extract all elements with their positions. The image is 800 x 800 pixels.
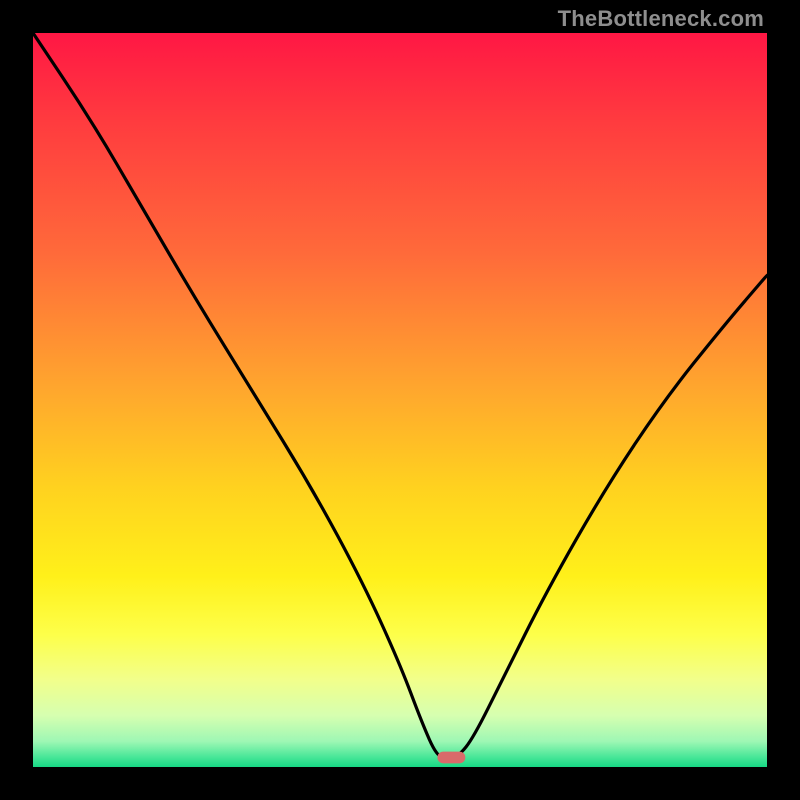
gradient-background <box>33 33 767 767</box>
optimum-marker <box>437 752 465 764</box>
watermark-text: TheBottleneck.com <box>558 6 764 32</box>
chart-frame: TheBottleneck.com <box>0 0 800 800</box>
plot-area <box>33 33 767 767</box>
bottleneck-chart <box>33 33 767 767</box>
